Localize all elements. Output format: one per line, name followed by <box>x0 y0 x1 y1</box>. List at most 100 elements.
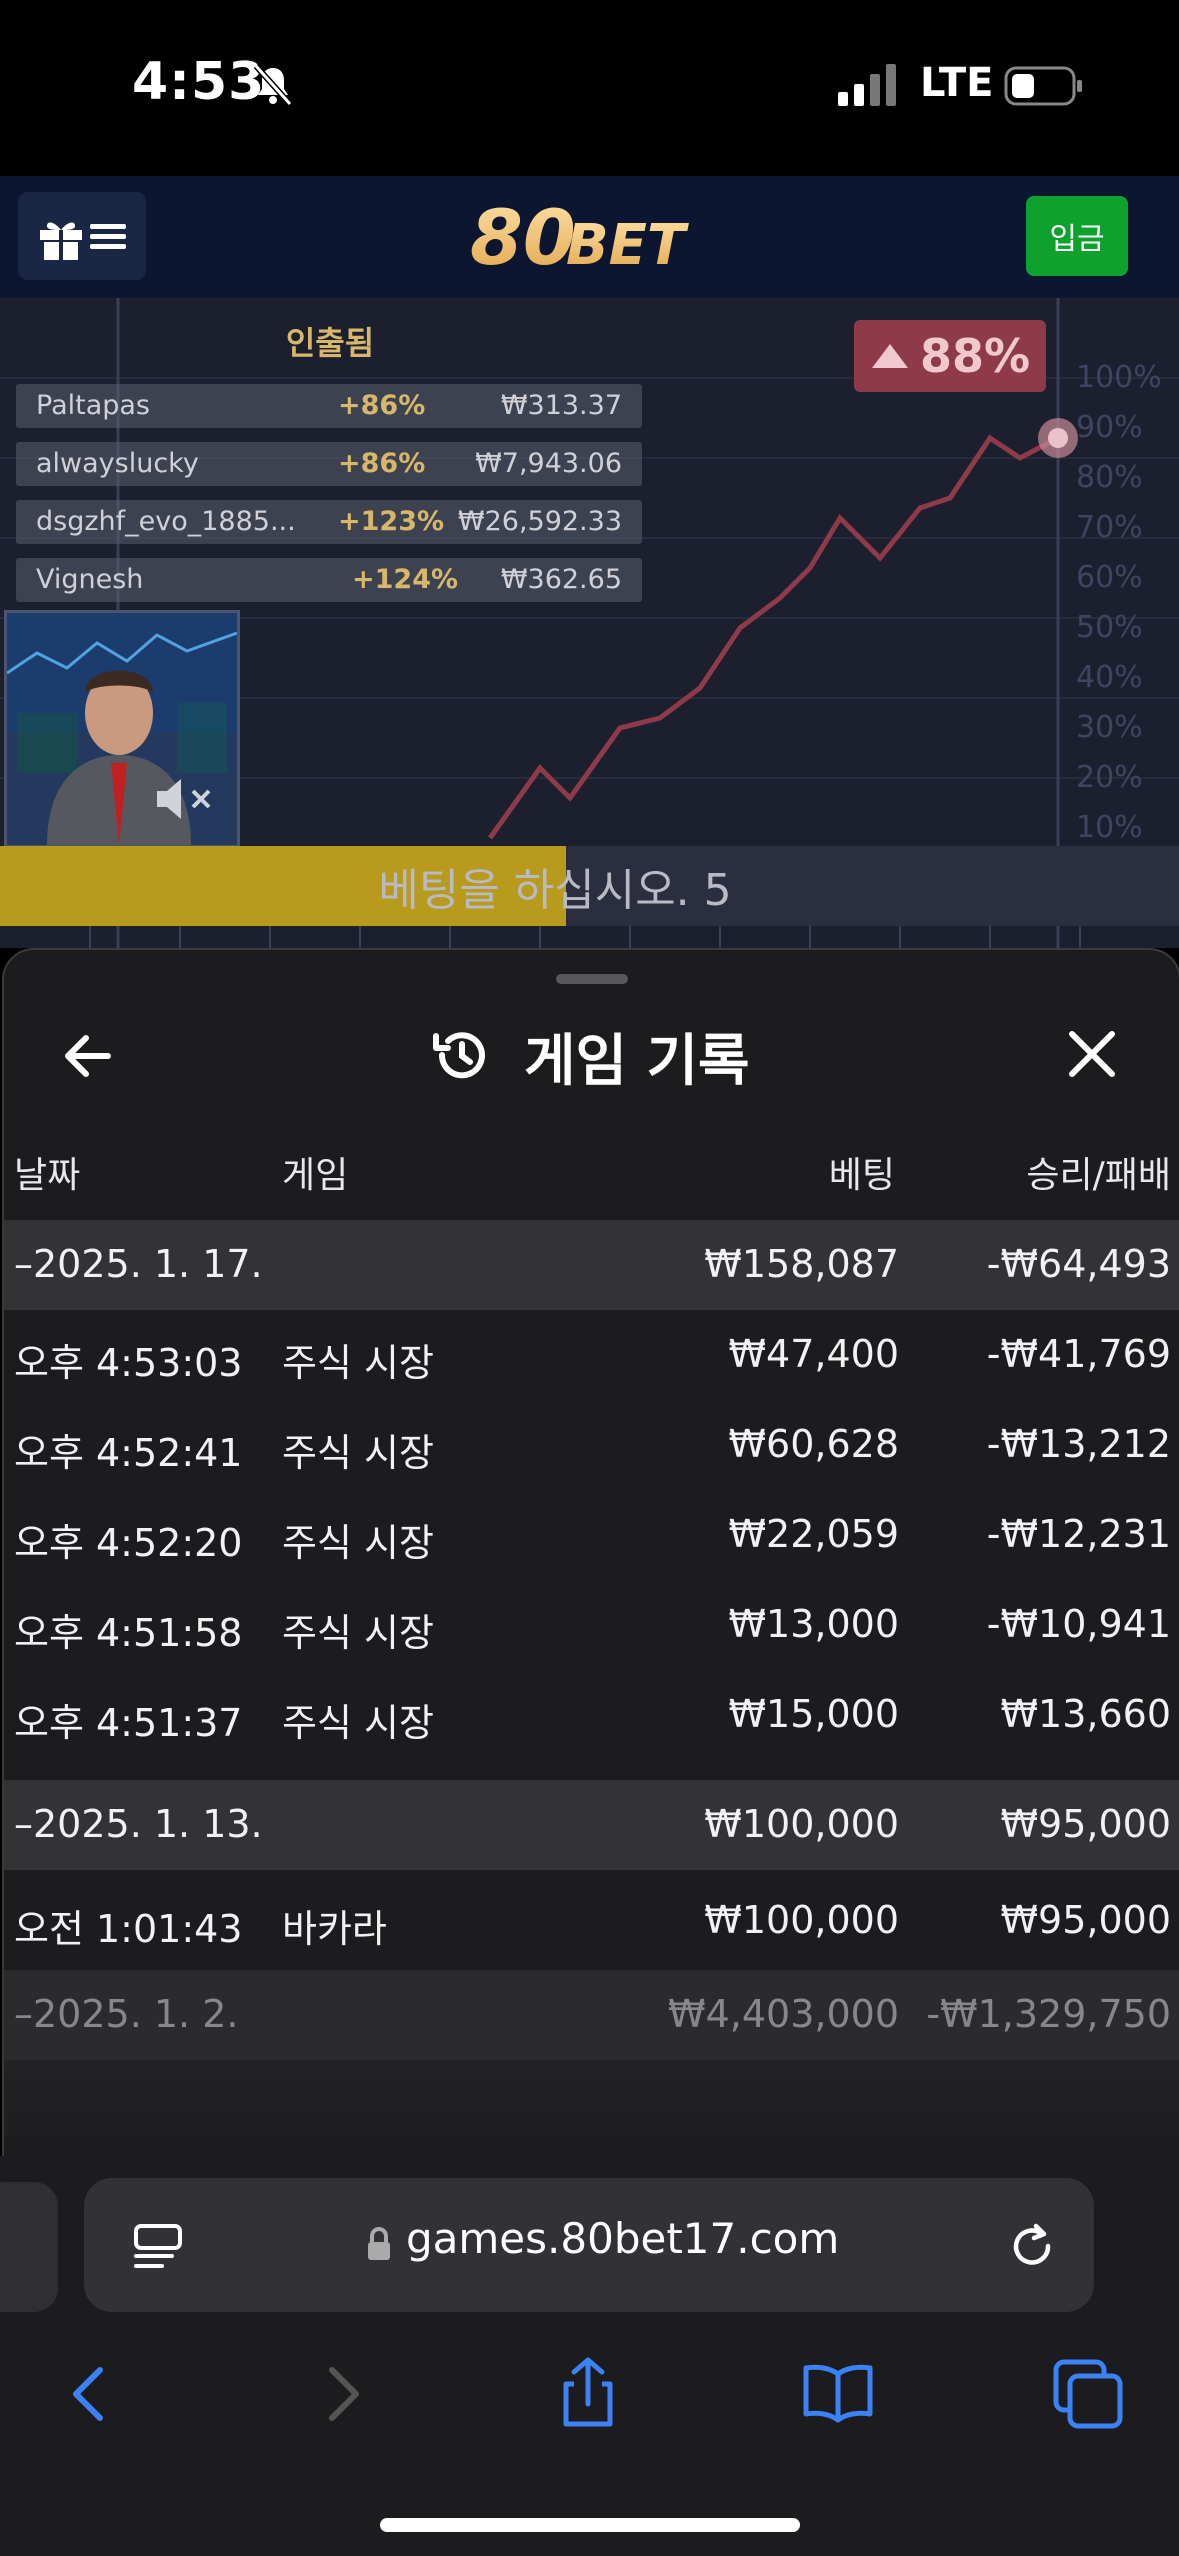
triangle-up-icon <box>871 344 908 368</box>
bell-muted-icon <box>253 63 293 107</box>
browser-chrome: games.80bet17.com <box>0 2156 1179 2556</box>
row-result: -₩13,212 <box>986 1422 1171 1466</box>
date-group-row[interactable]: –2025. 1. 17. ₩158,087 -₩64,493 <box>4 1220 1179 1310</box>
winner-percent: +124% <box>352 564 459 595</box>
winner-percent: +86% <box>338 390 426 421</box>
axis-label: 50% <box>1076 610 1143 645</box>
row-time: 오전 1:01:43 <box>14 1907 243 1951</box>
column-header-win-loss: 승리/패배 <box>1026 1155 1171 1196</box>
status-time: 4:53 <box>132 52 266 112</box>
winner-row: Vignesh +124% ₩362.65 <box>16 558 642 602</box>
axis-label: 60% <box>1076 560 1143 595</box>
dealer-video-thumbnail[interactable] <box>4 610 240 848</box>
game-canvas: 100% 90% 80% 70% 60% 50% 40% 30% 20% 10%… <box>0 298 1179 948</box>
winner-amount: ₩7,943.06 <box>475 448 622 479</box>
winner-row: dsgzhf_evo_1885... +123% ₩26,592.33 <box>16 500 642 544</box>
url-text: games.80bet17.com <box>406 2214 840 2263</box>
network-type: LTE <box>920 60 994 106</box>
history-row[interactable]: 오후 4:51:58 주식 시장 ₩13,000 -₩10,941 <box>4 1580 1179 1670</box>
muted-speaker-icon[interactable] <box>153 777 217 821</box>
reload-icon[interactable] <box>1004 2218 1060 2274</box>
hamburger-menu-icon <box>90 224 126 249</box>
winner-percent: +123% <box>338 506 445 537</box>
cellular-signal-icon <box>838 64 896 106</box>
group-result-total: ₩95,000 <box>1000 1802 1171 1846</box>
history-row[interactable]: 오후 4:53:03 주식 시장 ₩47,400 -₩41,769 <box>4 1310 1179 1400</box>
game-history-sheet: 게임 기록 날짜 게임 베팅 승리/패배 –2025. 1. 17. ₩158,… <box>2 948 1179 2160</box>
home-indicator[interactable] <box>380 2518 800 2532</box>
history-row[interactable]: 오후 4:52:20 주식 시장 ₩22,059 -₩12,231 <box>4 1490 1179 1580</box>
back-arrow-icon[interactable] <box>58 1026 118 1086</box>
axis-label: 90% <box>1076 410 1143 445</box>
svg-text:BET: BET <box>566 213 689 278</box>
row-result: ₩95,000 <box>1000 1898 1171 1942</box>
winner-amount: ₩362.65 <box>500 564 622 595</box>
row-result: -₩41,769 <box>986 1332 1171 1376</box>
winner-name: Vignesh <box>36 564 144 595</box>
group-date: –2025. 1. 13. <box>14 1802 263 1846</box>
group-date: –2025. 1. 2. <box>14 1992 239 2036</box>
close-icon[interactable] <box>1062 1024 1122 1084</box>
row-game: 주식 시장 <box>282 1611 434 1655</box>
row-bet: ₩15,000 <box>728 1692 899 1736</box>
group-bet-total: ₩100,000 <box>704 1802 899 1846</box>
multiplier-value: 88% <box>919 329 1031 383</box>
row-bet: ₩47,400 <box>728 1332 899 1376</box>
axis-label: 80% <box>1076 460 1143 495</box>
row-result: ₩13,660 <box>1000 1692 1171 1736</box>
axis-label: 40% <box>1076 660 1143 695</box>
forward-icon[interactable] <box>302 2354 382 2434</box>
winner-percent: +86% <box>338 448 426 479</box>
cashed-out-title: 인출됨 <box>285 324 375 362</box>
sheet-drag-handle[interactable] <box>556 974 628 984</box>
history-row[interactable]: 오후 4:51:37 주식 시장 ₩15,000 ₩13,660 <box>4 1670 1179 1760</box>
brand-logo[interactable]: 80 BET <box>470 194 710 282</box>
back-icon[interactable] <box>50 2354 130 2434</box>
row-result: -₩12,231 <box>986 1512 1171 1556</box>
bookmarks-icon[interactable] <box>798 2354 878 2434</box>
row-game: 주식 시장 <box>282 1431 434 1475</box>
row-game: 바카라 <box>282 1907 387 1951</box>
previous-tab-preview[interactable] <box>0 2182 58 2312</box>
column-header-game: 게임 <box>282 1155 349 1196</box>
column-header-bet: 베팅 <box>828 1155 895 1196</box>
sheet-bottom-fade <box>4 2060 1179 2158</box>
row-bet: ₩100,000 <box>704 1898 899 1942</box>
history-row[interactable]: 오전 1:01:43 바카라 ₩100,000 ₩95,000 <box>4 1870 1179 1970</box>
axis-label: 70% <box>1076 510 1143 545</box>
status-bar: 4:53 LTE <box>0 0 1179 176</box>
winner-row: alwayslucky +86% ₩7,943.06 <box>16 442 642 486</box>
group-result-total: -₩64,493 <box>986 1242 1171 1286</box>
axis-label: 10% <box>1076 810 1143 845</box>
app-header: 80 BET 입금 <box>0 176 1179 300</box>
winner-name: alwayslucky <box>36 448 199 479</box>
group-date: –2025. 1. 17. <box>14 1242 263 1286</box>
reader-mode-icon[interactable] <box>132 2220 184 2272</box>
row-time: 오후 4:53:03 <box>14 1341 243 1385</box>
history-clock-icon <box>433 1032 485 1079</box>
sheet-title: 게임 기록 <box>524 1029 750 1094</box>
menu-button[interactable] <box>18 192 146 280</box>
column-header-date: 날짜 <box>14 1155 81 1196</box>
row-game: 주식 시장 <box>282 1701 434 1745</box>
winner-amount: ₩26,592.33 <box>457 506 622 537</box>
address-bar[interactable]: games.80bet17.com <box>84 2178 1094 2312</box>
group-bet-total: ₩158,087 <box>704 1242 899 1286</box>
date-group-row[interactable]: –2025. 1. 2. ₩4,403,000 -₩1,329,750 <box>4 1970 1179 2060</box>
row-time: 오후 4:52:41 <box>14 1431 243 1475</box>
axis-label: 100% <box>1076 360 1162 395</box>
lock-icon <box>368 2227 390 2260</box>
winner-name: Paltapas <box>36 390 150 421</box>
date-group-row[interactable]: –2025. 1. 13. ₩100,000 ₩95,000 <box>4 1780 1179 1870</box>
tabs-icon[interactable] <box>1048 2354 1128 2434</box>
row-bet: ₩60,628 <box>728 1422 899 1466</box>
gift-icon <box>40 222 82 260</box>
share-icon[interactable] <box>548 2354 628 2434</box>
row-game: 주식 시장 <box>282 1521 434 1565</box>
deposit-button[interactable]: 입금 <box>1026 196 1128 276</box>
row-bet: ₩13,000 <box>728 1602 899 1646</box>
row-result: -₩10,941 <box>986 1602 1171 1646</box>
betting-message: 베팅을 하십시오. 5 <box>378 865 732 916</box>
history-row[interactable]: 오후 4:52:41 주식 시장 ₩60,628 -₩13,212 <box>4 1400 1179 1490</box>
axis-label: 20% <box>1076 760 1143 795</box>
